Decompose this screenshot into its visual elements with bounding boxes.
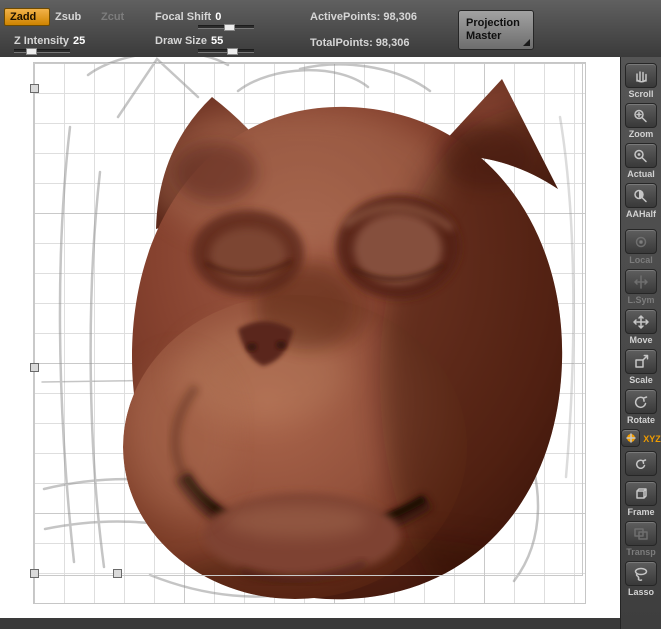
tool-label: XYZ [643, 433, 661, 444]
scale-icon [625, 349, 657, 374]
xyz-axis-icon [621, 429, 641, 447]
cube-icon [625, 481, 657, 506]
active-points-readout: ActivePoints: 98,306 [310, 11, 417, 23]
focal-shift-slider-label[interactable]: Focal Shift 0 [155, 11, 221, 23]
z-rotate-icon [625, 451, 657, 476]
tool-label: L.Sym [627, 295, 655, 305]
tool-label: Rotate [626, 415, 655, 425]
tool-label: Transp [626, 547, 656, 557]
tool-label: AAHalf [625, 209, 656, 219]
draw-size-label: Draw Size [155, 35, 207, 47]
transform-handle[interactable] [30, 84, 39, 93]
z-intensity-slider-handle[interactable] [26, 48, 38, 55]
focal-shift-slider[interactable] [198, 24, 254, 31]
transparency-icon [625, 521, 657, 546]
focal-shift-slider-handle[interactable] [224, 24, 236, 31]
transform-handle[interactable] [30, 363, 39, 372]
tool-lsym[interactable]: L.Sym [625, 269, 657, 305]
document-canvas[interactable] [0, 57, 620, 618]
zsub-button[interactable]: Zsub [55, 11, 81, 23]
right-tool-shelf: Scroll Zoom Actual AAHalf Local L.Sym Mo… [620, 57, 661, 629]
tool-label: Scroll [628, 89, 654, 99]
magnifier-icon [625, 143, 657, 168]
tool-label: Local [629, 255, 653, 265]
tool-aahalf[interactable]: AAHalf [625, 183, 657, 219]
tool-label: Frame [627, 507, 655, 517]
canvas-frame-outline [33, 63, 583, 576]
tool-xyz[interactable]: XYZ [621, 429, 661, 447]
tool-scale[interactable]: Scale [625, 349, 657, 385]
draw-size-slider-handle[interactable] [227, 48, 239, 55]
tool-label: Move [629, 335, 653, 345]
zoom-icon [625, 103, 657, 128]
tool-label: Actual [627, 169, 655, 179]
tool-label: Lasso [627, 587, 654, 597]
tool-scroll[interactable]: Scroll [625, 63, 657, 99]
tool-lasso[interactable]: Lasso [625, 561, 657, 597]
z-intensity-slider-label[interactable]: Z Intensity 25 [14, 35, 85, 47]
transform-handle[interactable] [30, 569, 39, 578]
focal-shift-label: Focal Shift [155, 11, 212, 23]
local-icon [625, 229, 657, 254]
hand-icon [625, 63, 657, 88]
tool-actual[interactable]: Actual [625, 143, 657, 179]
z-intensity-label: Z Intensity [14, 35, 70, 47]
z-intensity-value: 25 [73, 35, 86, 47]
transform-handle[interactable] [113, 569, 122, 578]
magnifier-half-icon [625, 183, 657, 208]
projection-master-button[interactable]: Projection Master [458, 10, 534, 50]
draw-size-slider[interactable] [198, 48, 254, 55]
tool-local[interactable]: Local [625, 229, 657, 265]
zadd-button[interactable]: Zadd [4, 8, 50, 26]
draw-size-value: 55 [210, 35, 224, 47]
focal-shift-value: 0 [215, 11, 222, 23]
tool-frame[interactable]: Frame [625, 481, 657, 517]
tool-zoom[interactable]: Zoom [625, 103, 657, 139]
rotate-icon [625, 389, 657, 414]
tool-rotate[interactable]: Rotate [625, 389, 657, 425]
tool-move[interactable]: Move [625, 309, 657, 345]
tool-label: Scale [629, 375, 653, 385]
z-intensity-slider[interactable] [14, 48, 70, 55]
tool-label: Zoom [628, 129, 654, 139]
total-points-readout: TotalPoints: 98,306 [310, 37, 410, 49]
move-icon [625, 309, 657, 334]
zcut-button[interactable]: Zcut [101, 11, 124, 23]
lasso-icon [625, 561, 657, 586]
draw-size-slider-label[interactable]: Draw Size 55 [155, 35, 223, 47]
tool-transp[interactable]: Transp [625, 521, 657, 557]
top-toolbar: Zadd Zsub Zcut Focal Shift 0 ActivePoints… [0, 0, 661, 58]
symmetry-icon [625, 269, 657, 294]
tool-z-rotate[interactable] [625, 451, 657, 477]
